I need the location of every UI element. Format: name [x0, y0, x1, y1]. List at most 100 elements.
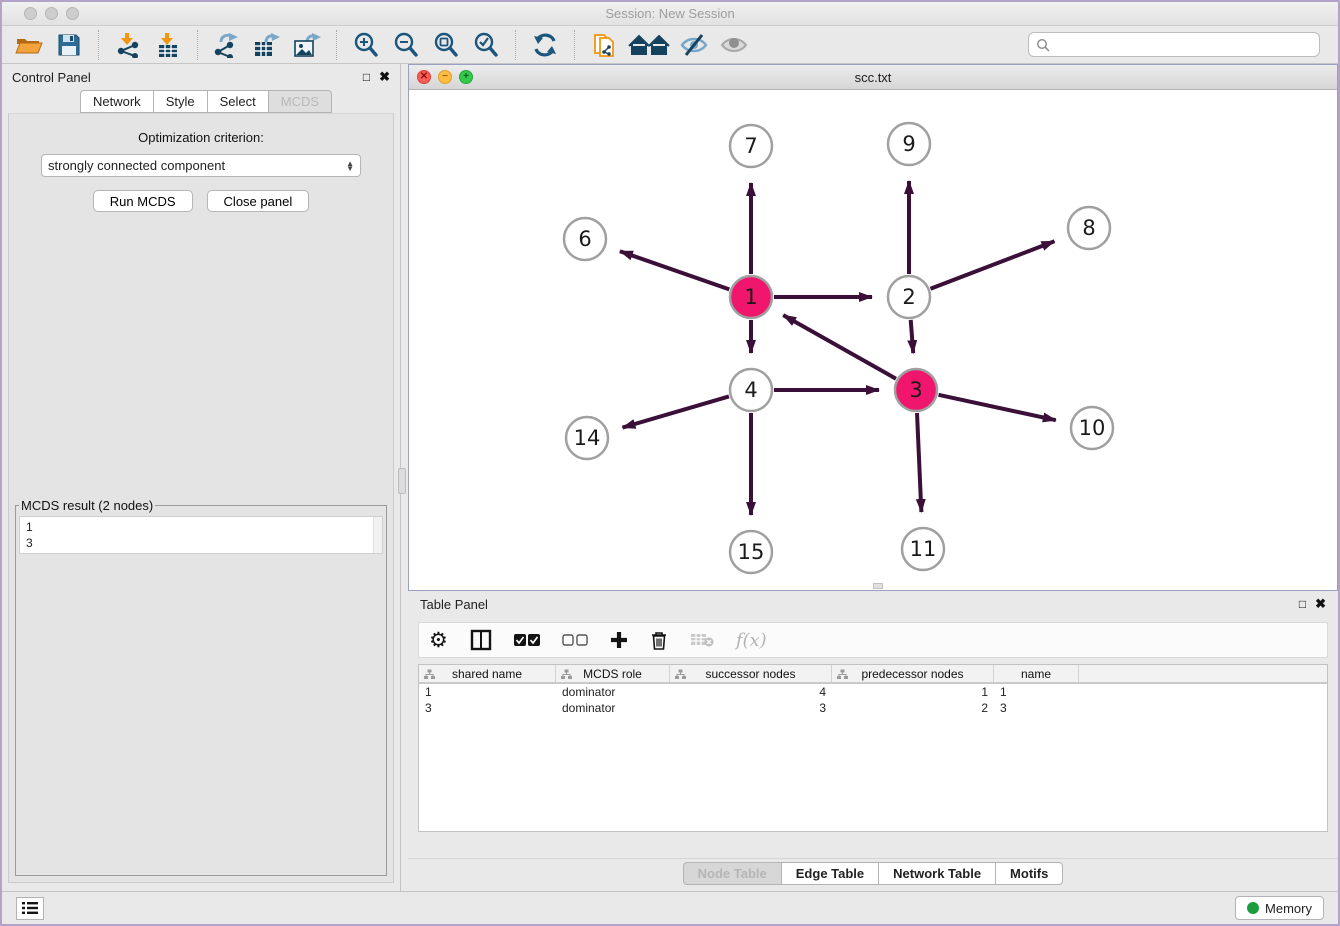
- import-network-icon[interactable]: [111, 29, 145, 61]
- zoom-selected-icon[interactable]: [469, 29, 503, 61]
- delete-rows-icon[interactable]: [650, 627, 668, 653]
- node-15[interactable]: 15: [730, 531, 772, 573]
- node-3[interactable]: 3: [895, 369, 937, 411]
- panel-splitter-handle[interactable]: [398, 468, 406, 494]
- tab-motifs[interactable]: Motifs: [995, 862, 1063, 885]
- network-close-icon[interactable]: ✕: [417, 70, 431, 84]
- tab-mcds[interactable]: MCDS: [268, 90, 332, 113]
- svg-text:6: 6: [578, 227, 591, 251]
- deselect-all-checks-icon[interactable]: [562, 627, 588, 653]
- node-6[interactable]: 6: [564, 218, 606, 260]
- table-row[interactable]: 1dominator411: [419, 684, 1327, 700]
- maximize-window-icon[interactable]: [66, 7, 79, 20]
- node-10[interactable]: 10: [1071, 407, 1113, 449]
- svg-text:10: 10: [1079, 416, 1106, 440]
- cell-name[interactable]: 3: [994, 700, 1079, 716]
- network-canvas[interactable]: 1 2 3 4 6 7 8 9 10 11 14 15: [409, 90, 1337, 590]
- open-session-icon[interactable]: [12, 29, 46, 61]
- edge-2-3[interactable]: [911, 320, 913, 353]
- column-header-successor-nodes[interactable]: successor nodes: [670, 665, 832, 682]
- cell-successor-nodes[interactable]: 4: [670, 684, 832, 700]
- app-title: Session: New Session: [605, 6, 734, 21]
- node-2[interactable]: 2: [888, 276, 930, 318]
- export-image-icon[interactable]: [290, 29, 324, 61]
- edge-3-1[interactable]: [783, 315, 896, 379]
- export-table-icon[interactable]: [250, 29, 284, 61]
- tab-style[interactable]: Style: [153, 90, 207, 113]
- function-builder-icon[interactable]: f(x): [736, 627, 767, 653]
- toolbar-separator: [574, 30, 575, 60]
- first-neighbors-icon[interactable]: [627, 29, 671, 61]
- cell-name[interactable]: 1: [994, 684, 1079, 700]
- result-scrollbar[interactable]: [373, 517, 382, 553]
- tab-network[interactable]: Network: [80, 90, 153, 113]
- node-7[interactable]: 7: [730, 125, 772, 167]
- duplicate-network-icon[interactable]: [587, 29, 621, 61]
- tab-select[interactable]: Select: [207, 90, 268, 113]
- cell-shared-name[interactable]: 1: [419, 684, 556, 700]
- column-header-name[interactable]: name: [994, 665, 1079, 682]
- app-title-bar: Session: New Session: [2, 2, 1338, 26]
- tab-network-table[interactable]: Network Table: [878, 862, 995, 885]
- memory-button[interactable]: Memory: [1235, 896, 1324, 920]
- add-row-icon[interactable]: [610, 627, 628, 653]
- node-table[interactable]: shared nameMCDS rolesuccessor nodesprede…: [418, 664, 1328, 832]
- column-header-MCDS-role[interactable]: MCDS role: [556, 665, 670, 682]
- delete-table-icon[interactable]: [690, 627, 714, 653]
- cell-predecessor-nodes[interactable]: 2: [832, 700, 994, 716]
- task-history-button[interactable]: [16, 897, 44, 920]
- close-window-icon[interactable]: [24, 7, 37, 20]
- mcds-panel: Optimization criterion: strongly connect…: [8, 113, 394, 883]
- float-panel-icon[interactable]: □: [363, 70, 370, 84]
- save-session-icon[interactable]: [52, 29, 86, 61]
- mcds-result-text[interactable]: 1 3: [20, 517, 373, 553]
- tab-node-table[interactable]: Node Table: [683, 862, 781, 885]
- toolbar-separator: [515, 30, 516, 60]
- minimize-window-icon[interactable]: [45, 7, 58, 20]
- edge-2-8[interactable]: [930, 241, 1054, 289]
- network-minimize-icon[interactable]: −: [438, 70, 452, 84]
- cell-MCDS-role[interactable]: dominator: [556, 684, 670, 700]
- select-all-checks-icon[interactable]: [514, 627, 540, 653]
- node-8[interactable]: 8: [1068, 207, 1110, 249]
- search-input[interactable]: [1055, 38, 1312, 52]
- zoom-fit-icon[interactable]: [429, 29, 463, 61]
- search-field[interactable]: [1028, 32, 1320, 57]
- cell-MCDS-role[interactable]: dominator: [556, 700, 670, 716]
- import-table-icon[interactable]: [151, 29, 185, 61]
- hide-selected-icon[interactable]: [677, 29, 711, 61]
- zoom-in-icon[interactable]: [349, 29, 383, 61]
- node-4[interactable]: 4: [730, 369, 772, 411]
- refresh-layout-icon[interactable]: [528, 29, 562, 61]
- close-panel-icon[interactable]: ✖: [379, 69, 390, 85]
- column-settings-icon[interactable]: ⚙: [429, 627, 448, 653]
- node-9[interactable]: 9: [888, 123, 930, 165]
- criterion-select[interactable]: strongly connected component ▲▼: [41, 154, 361, 177]
- cell-shared-name[interactable]: 3: [419, 700, 556, 716]
- split-view-icon[interactable]: [470, 627, 492, 653]
- tab-edge-table[interactable]: Edge Table: [781, 862, 878, 885]
- edge-3-11[interactable]: [917, 413, 921, 512]
- network-splitter-handle[interactable]: [873, 583, 883, 589]
- show-all-icon[interactable]: [717, 29, 751, 61]
- node-11[interactable]: 11: [902, 528, 944, 570]
- network-maximize-icon[interactable]: +: [459, 70, 473, 84]
- export-network-icon[interactable]: [210, 29, 244, 61]
- cell-successor-nodes[interactable]: 3: [670, 700, 832, 716]
- column-header-shared-name[interactable]: shared name: [419, 665, 556, 682]
- cell-predecessor-nodes[interactable]: 1: [832, 684, 994, 700]
- close-table-panel-icon[interactable]: ✖: [1315, 596, 1326, 612]
- float-table-panel-icon[interactable]: □: [1299, 597, 1306, 611]
- table-row[interactable]: 3dominator323: [419, 700, 1327, 716]
- zoom-out-icon[interactable]: [389, 29, 423, 61]
- column-header-predecessor-nodes[interactable]: predecessor nodes: [832, 665, 994, 682]
- window-controls[interactable]: [24, 7, 79, 20]
- run-mcds-button[interactable]: Run MCDS: [93, 190, 193, 212]
- edge-3-10[interactable]: [938, 395, 1055, 420]
- edge-1-6[interactable]: [620, 251, 729, 289]
- node-14[interactable]: 14: [566, 417, 608, 459]
- close-panel-button[interactable]: Close panel: [207, 190, 310, 212]
- toolbar-separator: [98, 30, 99, 60]
- node-1[interactable]: 1: [730, 276, 772, 318]
- edge-4-14[interactable]: [623, 396, 729, 427]
